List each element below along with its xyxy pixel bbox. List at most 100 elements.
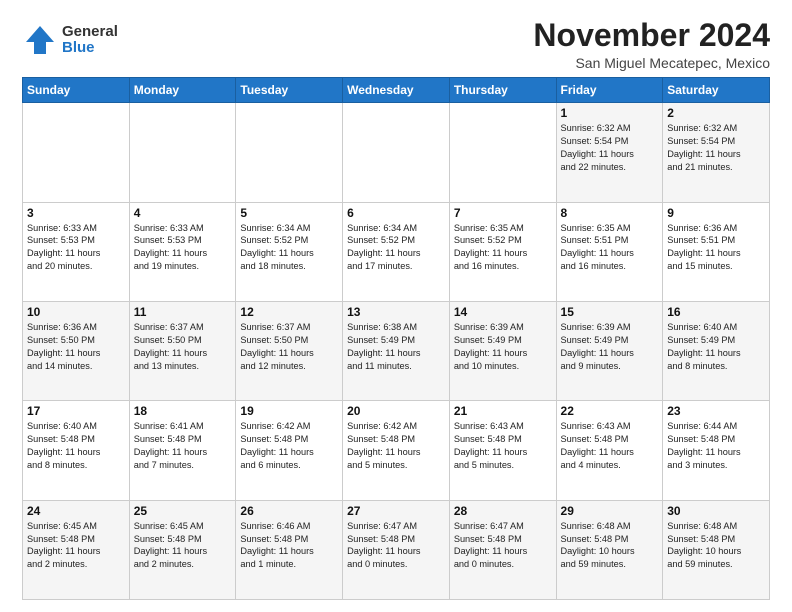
calendar-cell [23,103,130,202]
header: General Blue November 2024 San Miguel Me… [22,18,770,71]
day-info: Sunrise: 6:39 AM Sunset: 5:49 PM Dayligh… [454,321,552,373]
month-title: November 2024 [533,18,770,53]
calendar-cell: 1Sunrise: 6:32 AM Sunset: 5:54 PM Daylig… [556,103,663,202]
calendar-cell: 10 Sunrise: 6:36 AM Sunset: 5:50 PM Dayli… [23,301,130,400]
logo-general: General [62,24,118,41]
day-number: 26 [240,504,338,518]
calendar-cell [343,103,450,202]
calendar-header-row: Sunday Monday Tuesday Wednesday Thursday… [23,78,770,103]
day-info: Sunrise: 6:36 AM Sunset: 5:51 PM Dayligh… [667,222,765,274]
day-number: 5 [240,206,338,220]
calendar-cell: 7Sunrise: 6:35 AM Sunset: 5:52 PM Daylig… [449,202,556,301]
header-tuesday: Tuesday [236,78,343,103]
calendar-cell [236,103,343,202]
day-number: 23 [667,404,765,418]
calendar-table: Sunday Monday Tuesday Wednesday Thursday… [22,77,770,600]
calendar-cell: 12 Sunrise: 6:37 AM Sunset: 5:50 PM Dayli… [236,301,343,400]
calendar-cell [129,103,236,202]
calendar-cell: 6 Sunrise: 6:34 AM Sunset: 5:52 PM Daylig… [343,202,450,301]
day-number: 18 [134,404,232,418]
day-number: 12 [240,305,338,319]
day-info: Sunrise: 6:42 AM Sunset: 5:48 PM Dayligh… [347,420,445,472]
calendar-cell: 13 Sunrise: 6:38 AM Sunset: 5:49 PM Dayli… [343,301,450,400]
logo: General Blue [22,22,118,58]
header-wednesday: Wednesday [343,78,450,103]
calendar-cell: 17 Sunrise: 6:40 AM Sunset: 5:48 PM Dayli… [23,401,130,500]
day-info: Sunrise: 6:32 AM Sunset: 5:54 PM Dayligh… [667,122,765,174]
calendar-cell: 19Sunrise: 6:42 AM Sunset: 5:48 PM Dayli… [236,401,343,500]
header-monday: Monday [129,78,236,103]
calendar-cell: 29Sunrise: 6:48 AM Sunset: 5:48 PM Dayli… [556,500,663,599]
day-info: Sunrise: 6:46 AM Sunset: 5:48 PM Dayligh… [240,520,338,572]
header-sunday: Sunday [23,78,130,103]
day-info: Sunrise: 6:40 AM Sunset: 5:48 PM Dayligh… [27,420,125,472]
calendar-week-row: 1 Sunrise: 6:32 AM Sunset: 5:54 PM Daylig… [23,103,770,202]
day-number: 11 [134,305,232,319]
calendar-cell: 8 Sunrise: 6:35 AM Sunset: 5:51 PM Daylig… [556,202,663,301]
day-number: 14 [454,305,552,319]
day-info: Sunrise: 6:45 AM Sunset: 5:48 PM Dayligh… [27,520,125,572]
day-number: 10 [27,305,125,319]
day-number: 7 [454,206,552,220]
day-number: 9 [667,206,765,220]
calendar-cell: 5 Sunrise: 6:34 AM Sunset: 5:52 PM Daylig… [236,202,343,301]
day-info: Sunrise: 6:34 AM Sunset: 5:52 PM Dayligh… [347,222,445,274]
day-number: 25 [134,504,232,518]
calendar-cell: 14 Sunrise: 6:39 AM Sunset: 5:49 PM Dayli… [449,301,556,400]
day-info: Sunrise: 6:38 AM Sunset: 5:49 PM Dayligh… [347,321,445,373]
calendar-cell: 25 Sunrise: 6:45 AM Sunset: 5:48 PM Dayli… [129,500,236,599]
calendar-cell: 24 Sunrise: 6:45 AM Sunset: 5:48 PM Dayli… [23,500,130,599]
header-friday: Friday [556,78,663,103]
calendar-week-row: 17 Sunrise: 6:40 AM Sunset: 5:48 PM Dayli… [23,401,770,500]
logo-text: General Blue [62,24,118,57]
page: General Blue November 2024 San Miguel Me… [0,0,792,612]
header-thursday: Thursday [449,78,556,103]
calendar-cell: 9 Sunrise: 6:36 AM Sunset: 5:51 PM Daylig… [663,202,770,301]
calendar-cell: 15Sunrise: 6:39 AM Sunset: 5:49 PM Dayli… [556,301,663,400]
calendar-cell: 27 Sunrise: 6:47 AM Sunset: 5:48 PM Dayli… [343,500,450,599]
day-number: 24 [27,504,125,518]
calendar-week-row: 24 Sunrise: 6:45 AM Sunset: 5:48 PM Dayli… [23,500,770,599]
calendar-cell: 20Sunrise: 6:42 AM Sunset: 5:48 PM Dayli… [343,401,450,500]
day-number: 29 [561,504,659,518]
day-info: Sunrise: 6:48 AM Sunset: 5:48 PM Dayligh… [667,520,765,572]
day-info: Sunrise: 6:42 AM Sunset: 5:48 PM Dayligh… [240,420,338,472]
day-number: 3 [27,206,125,220]
day-info: Sunrise: 6:37 AM Sunset: 5:50 PM Dayligh… [240,321,338,373]
day-info: Sunrise: 6:47 AM Sunset: 5:48 PM Dayligh… [454,520,552,572]
calendar-cell: 11Sunrise: 6:37 AM Sunset: 5:50 PM Dayli… [129,301,236,400]
day-number: 27 [347,504,445,518]
day-number: 30 [667,504,765,518]
calendar-cell: 4 Sunrise: 6:33 AM Sunset: 5:53 PM Daylig… [129,202,236,301]
day-number: 17 [27,404,125,418]
day-info: Sunrise: 6:33 AM Sunset: 5:53 PM Dayligh… [134,222,232,274]
day-info: Sunrise: 6:40 AM Sunset: 5:49 PM Dayligh… [667,321,765,373]
day-number: 4 [134,206,232,220]
day-number: 1 [561,106,659,120]
day-info: Sunrise: 6:45 AM Sunset: 5:48 PM Dayligh… [134,520,232,572]
day-number: 21 [454,404,552,418]
day-info: Sunrise: 6:43 AM Sunset: 5:48 PM Dayligh… [454,420,552,472]
title-block: November 2024 San Miguel Mecatepec, Mexi… [533,18,770,71]
calendar-cell [449,103,556,202]
logo-blue: Blue [62,40,118,57]
day-info: Sunrise: 6:39 AM Sunset: 5:49 PM Dayligh… [561,321,659,373]
day-info: Sunrise: 6:36 AM Sunset: 5:50 PM Dayligh… [27,321,125,373]
day-number: 13 [347,305,445,319]
day-info: Sunrise: 6:47 AM Sunset: 5:48 PM Dayligh… [347,520,445,572]
calendar-cell: 3 Sunrise: 6:33 AM Sunset: 5:53 PM Daylig… [23,202,130,301]
day-info: Sunrise: 6:34 AM Sunset: 5:52 PM Dayligh… [240,222,338,274]
day-info: Sunrise: 6:33 AM Sunset: 5:53 PM Dayligh… [27,222,125,274]
day-number: 6 [347,206,445,220]
calendar-cell: 23Sunrise: 6:44 AM Sunset: 5:48 PM Dayli… [663,401,770,500]
calendar-week-row: 3 Sunrise: 6:33 AM Sunset: 5:53 PM Daylig… [23,202,770,301]
day-info: Sunrise: 6:43 AM Sunset: 5:48 PM Dayligh… [561,420,659,472]
calendar-week-row: 10 Sunrise: 6:36 AM Sunset: 5:50 PM Dayli… [23,301,770,400]
day-number: 22 [561,404,659,418]
header-saturday: Saturday [663,78,770,103]
calendar-cell: 28Sunrise: 6:47 AM Sunset: 5:48 PM Dayli… [449,500,556,599]
day-info: Sunrise: 6:35 AM Sunset: 5:51 PM Dayligh… [561,222,659,274]
calendar-cell: 18 Sunrise: 6:41 AM Sunset: 5:48 PM Dayli… [129,401,236,500]
day-info: Sunrise: 6:41 AM Sunset: 5:48 PM Dayligh… [134,420,232,472]
day-number: 8 [561,206,659,220]
